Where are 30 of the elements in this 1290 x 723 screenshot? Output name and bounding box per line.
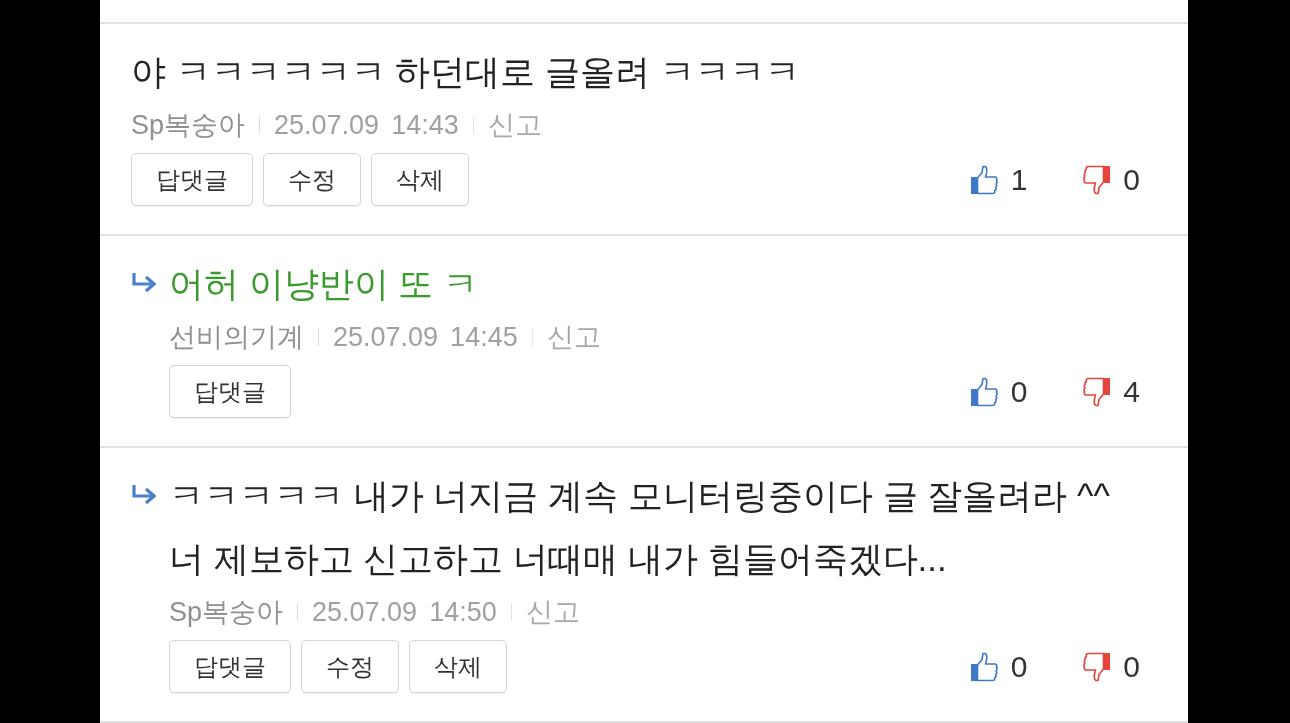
like-button[interactable]: 1 [969, 157, 1028, 202]
comment-time: 14:50 [429, 595, 497, 629]
like-button[interactable]: 0 [969, 369, 1028, 414]
comment-date: 25.07.09 [312, 595, 418, 629]
thumbs-up-icon [969, 651, 998, 682]
thumbs-up-icon [969, 376, 998, 407]
reply-button[interactable]: 답댓글 [169, 640, 291, 693]
comment-date: 25.07.09 [333, 320, 439, 354]
reply-button[interactable]: 답댓글 [131, 153, 253, 206]
reply-arrow-icon [131, 484, 156, 506]
edit-button[interactable]: 수정 [301, 640, 399, 693]
thumbs-down-icon [1083, 651, 1112, 682]
comment-text: ㅋㅋㅋㅋㅋ 내가 너지금 계속 모니터링중이다 글 잘올려라 ^^ 너 제보하고 신고하고 너때매 내가 힘들어죽겠다... [169, 475, 1111, 580]
dislike-button[interactable]: 0 [1083, 157, 1140, 202]
thumbs-down-icon [1083, 164, 1112, 195]
like-button[interactable]: 0 [969, 644, 1028, 689]
dislike-button[interactable]: 4 [1083, 369, 1140, 414]
comment-time: 14:43 [391, 108, 459, 142]
delete-button[interactable]: 삭제 [371, 153, 469, 206]
thumbs-down-icon [1083, 376, 1112, 407]
reply-arrow-icon [131, 272, 156, 294]
dislike-button[interactable]: 0 [1083, 644, 1140, 689]
reply-button[interactable]: 답댓글 [169, 365, 291, 418]
edit-button[interactable]: 수정 [263, 153, 361, 206]
delete-button[interactable]: 삭제 [409, 640, 507, 693]
comment-text: 어허 이냥반이 또 ㅋ [169, 263, 480, 305]
comment-time: 14:45 [450, 320, 518, 354]
comment-text: 야 ㅋㅋㅋㅋㅋㅋ 하던대로 글올려 ㅋㅋㅋㅋ [131, 51, 801, 93]
thumbs-up-icon [969, 164, 998, 195]
comment-date: 25.07.09 [274, 108, 380, 142]
